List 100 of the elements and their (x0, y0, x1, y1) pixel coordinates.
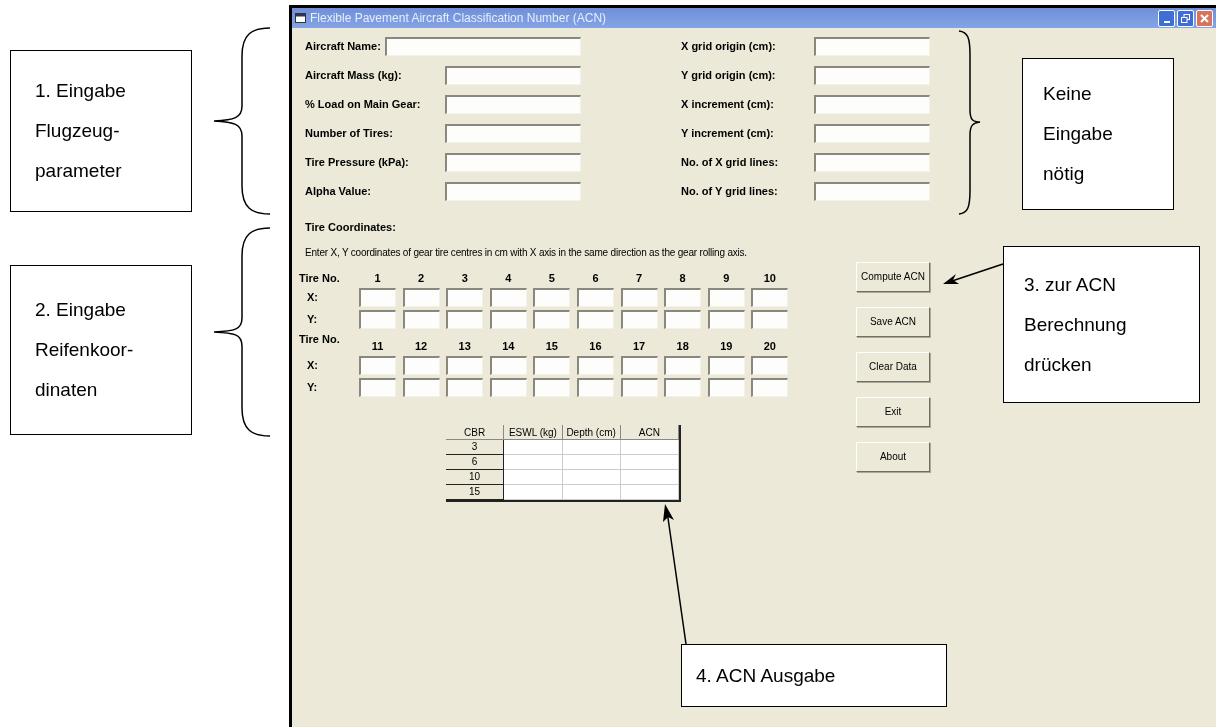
coordinate-field[interactable] (402, 310, 440, 329)
tire-number: 4 (504, 270, 513, 286)
coordinate-field[interactable] (533, 288, 571, 307)
row-heading: Tire No. (299, 331, 341, 347)
app-icon (295, 13, 306, 23)
close-button[interactable] (1196, 9, 1213, 27)
coordinate-field[interactable] (402, 356, 440, 375)
coordinate-field[interactable] (620, 288, 658, 307)
coordinate-field[interactable] (620, 378, 658, 397)
input-field[interactable] (445, 124, 581, 143)
field-label: Tire Pressure (kPa): (305, 155, 410, 171)
coordinate-field[interactable] (359, 356, 396, 375)
input-field[interactable] (814, 182, 930, 201)
coordinate-field[interactable] (533, 378, 571, 397)
coordinate-field[interactable] (359, 288, 396, 307)
input-field[interactable] (814, 37, 930, 56)
callout-text: Berechnung (1024, 312, 1128, 337)
coordinate-field[interactable] (707, 310, 745, 329)
tire-number: 3 (460, 270, 469, 286)
table-cell (562, 454, 621, 470)
coordinate-field[interactable] (751, 288, 789, 307)
table-cell (504, 439, 563, 455)
coordinate-field[interactable] (751, 378, 789, 397)
input-field[interactable] (385, 37, 581, 56)
coordinate-field[interactable] (359, 378, 396, 397)
callout-text: dinaten (35, 378, 99, 402)
table-cell (620, 454, 679, 470)
coordinate-field[interactable] (620, 310, 658, 329)
field-label: X increment (cm): (681, 97, 775, 113)
input-field[interactable] (445, 153, 581, 172)
coordinate-field[interactable] (620, 356, 658, 375)
tire-number: 12 (413, 339, 429, 354)
coordinate-field[interactable] (707, 378, 745, 397)
coordinate-field[interactable] (446, 378, 484, 397)
field-label: X grid origin (cm): (681, 39, 777, 55)
coordinate-field[interactable] (489, 378, 527, 397)
coordinate-field[interactable] (751, 356, 789, 375)
minimize-button[interactable] (1158, 9, 1175, 27)
table-cell (504, 484, 563, 500)
input-field[interactable] (814, 95, 930, 114)
input-field[interactable] (814, 66, 930, 85)
coordinate-field[interactable] (446, 356, 484, 375)
action-button[interactable]: Save ACN (856, 306, 930, 337)
table-cell (562, 484, 621, 500)
axis-label: X: (306, 358, 319, 374)
field-label: Aircraft Mass (kg): (305, 68, 403, 84)
coordinate-field[interactable] (359, 310, 396, 329)
callout-text: parameter (35, 159, 123, 183)
coordinate-field[interactable] (664, 378, 702, 397)
callout-text: Keine (1043, 82, 1093, 106)
table-cell (620, 469, 679, 485)
coordinate-field[interactable] (489, 310, 527, 329)
input-field[interactable] (445, 95, 581, 114)
coordinate-field[interactable] (489, 288, 527, 307)
coordinate-field[interactable] (446, 288, 484, 307)
coordinate-field[interactable] (402, 288, 440, 307)
field-label: Y grid origin (cm): (681, 68, 777, 84)
action-button[interactable]: About (856, 441, 930, 472)
action-button[interactable]: Exit (856, 396, 930, 427)
tire-number: 16 (588, 339, 603, 354)
axis-label: X: (306, 290, 319, 306)
action-button[interactable]: Compute ACN (856, 261, 930, 292)
input-field[interactable] (814, 153, 930, 172)
coordinate-field[interactable] (707, 288, 745, 307)
tire-number: 11 (370, 339, 385, 354)
input-field[interactable] (814, 124, 930, 143)
callout-text: 4. ACN Ausgabe (696, 663, 837, 688)
column-header: CBR (446, 424, 505, 440)
window-title: Flexible Pavement Aircraft Classification Number (ACN) (310, 10, 607, 27)
field-label: Number of Tires: (305, 126, 394, 142)
close-icon (1200, 13, 1209, 23)
input-field[interactable] (445, 66, 581, 85)
tire-number: 13 (457, 339, 472, 354)
input-field[interactable] (445, 182, 581, 201)
field-label: Y increment (cm): (681, 126, 775, 142)
coordinate-field[interactable] (664, 356, 702, 375)
table-cell (504, 469, 563, 485)
restore-button[interactable] (1177, 9, 1194, 27)
table-cell (620, 439, 679, 455)
action-button[interactable]: Clear Data (856, 351, 930, 382)
coordinate-field[interactable] (576, 310, 614, 329)
axis-label: Y: (306, 312, 319, 328)
coordinate-field[interactable] (707, 356, 745, 375)
coordinate-field[interactable] (533, 310, 571, 329)
coordinate-field[interactable] (402, 378, 440, 397)
coordinate-field[interactable] (751, 310, 789, 329)
instruction-text: Enter X, Y coordinates of gear tire centres in cm with X axis in the same direction as the gear rolling axis. (305, 245, 748, 260)
coordinate-field[interactable] (576, 356, 614, 375)
coordinate-field[interactable] (533, 356, 571, 375)
coordinate-field[interactable] (576, 288, 614, 307)
coordinate-field[interactable] (446, 310, 484, 329)
tire-number: 8 (678, 270, 687, 286)
callout-text: Flugzeug- (35, 119, 121, 143)
coordinate-field[interactable] (664, 310, 702, 329)
tire-number: 7 (635, 270, 644, 286)
callout-text: Eingabe (1043, 122, 1114, 146)
tire-number: 10 (762, 270, 777, 286)
coordinate-field[interactable] (576, 378, 614, 397)
coordinate-field[interactable] (489, 356, 527, 375)
coordinate-field[interactable] (664, 288, 702, 307)
